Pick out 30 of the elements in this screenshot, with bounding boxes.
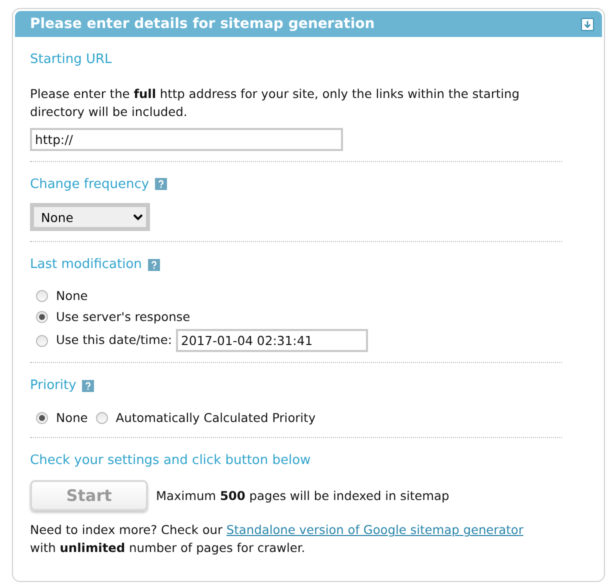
info-paragraph: Need to index more? Check our Standalone version of Google sitemap generator with unlimited number of pages for crawler. (30, 522, 524, 558)
radio-label: None (56, 288, 88, 304)
info-text: Maximum 500 pages will be indexed in sitemap (156, 488, 450, 505)
radio-label: Use this date/time: (56, 332, 172, 350)
standalone-link[interactable]: Standalone version of Google sitemap generator (226, 523, 524, 538)
radio-label: Use server's response (56, 308, 190, 326)
section-heading: Change frequency (30, 176, 150, 194)
help-icon[interactable] (82, 380, 94, 392)
date-time-input[interactable]: 2017-01-04 02:31:41 (176, 329, 368, 352)
help-icon[interactable] (148, 258, 160, 271)
radio-option[interactable]: None (36, 286, 562, 305)
radio-button[interactable] (96, 412, 108, 424)
radio-option[interactable]: Use this date/time: 2017-01-04 02:31:41 (36, 329, 562, 352)
help-icon[interactable] (155, 178, 168, 190)
collapse-icon[interactable] (581, 18, 594, 30)
url-input[interactable]: http:// (30, 128, 343, 150)
section-heading: Priority (30, 377, 76, 396)
radio-button[interactable] (36, 412, 48, 424)
section-heading: Check your settings and click button below (30, 452, 311, 470)
radio-option[interactable]: Use server's response (36, 308, 562, 326)
frequency-dropdown[interactable]: None (30, 203, 150, 231)
radio-button[interactable] (36, 334, 48, 347)
description-text: Please enter the full http address for your site, only the links within the starting directory will be included. (30, 86, 520, 120)
panel-title: Please enter details for sitemap generation (30, 14, 375, 34)
section-heading: Last modification (30, 256, 142, 274)
radio-label: None (56, 410, 88, 427)
radio-option[interactable]: None (36, 408, 88, 427)
radio-button[interactable] (36, 310, 48, 323)
radio-button[interactable] (36, 290, 48, 302)
section-heading: Starting URL (30, 51, 112, 69)
